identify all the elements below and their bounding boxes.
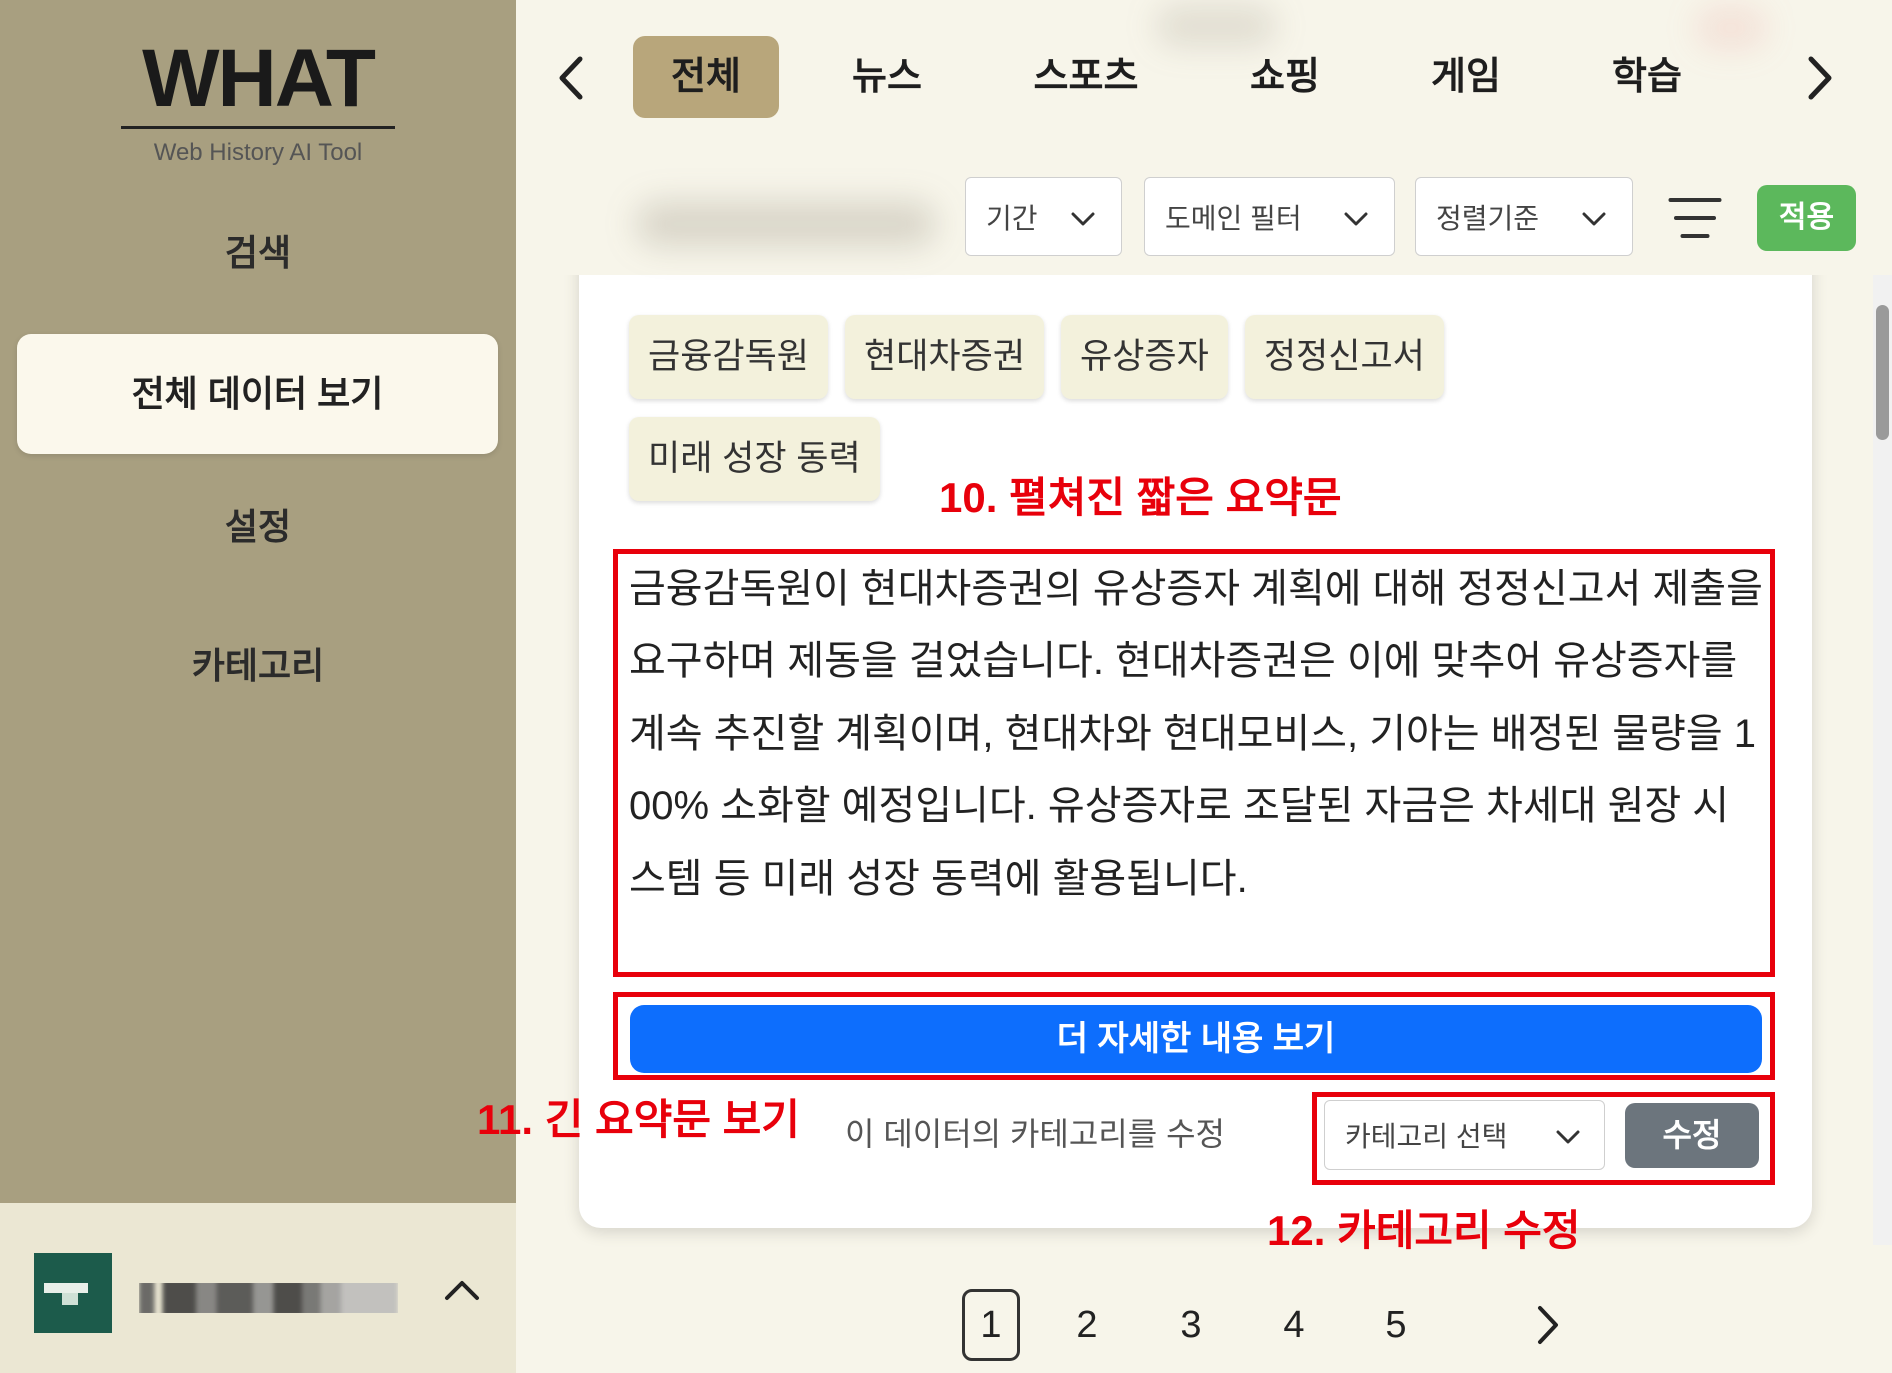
logo-underline (121, 126, 395, 129)
annotation-label: 10. 펼쳐진 짧은 요약문 (939, 474, 1342, 521)
sidebar-item-label: 전체 데이터 보기 (131, 373, 384, 414)
blurred-background (636, 202, 936, 246)
dropdown-label: 도메인 필터 (1165, 202, 1302, 234)
period-dropdown[interactable]: 기간 (965, 177, 1122, 256)
tab-all[interactable]: 전체 (633, 36, 779, 118)
tab-shopping[interactable]: 쇼핑 (1215, 36, 1355, 118)
domain-filter-dropdown[interactable]: 도메인 필터 (1144, 177, 1395, 256)
page-button-current[interactable]: 1 (962, 1289, 1020, 1361)
page-button[interactable]: 4 (1265, 1289, 1323, 1361)
chevron-right-icon[interactable] (1536, 1305, 1560, 1345)
category-select[interactable]: 카테고리 선택 (1324, 1100, 1605, 1170)
sidebar-item-all-data[interactable]: 전체 데이터 보기 (17, 334, 498, 454)
sidebar-item-category[interactable]: 카테고리 (0, 636, 516, 696)
apply-button[interactable]: 적용 (1757, 185, 1856, 251)
chevron-down-icon (1556, 1119, 1580, 1151)
keyword-tag[interactable]: 유상증자 (1061, 315, 1228, 399)
chevron-down-icon (1344, 201, 1368, 233)
user-avatar-icon[interactable] (34, 1253, 112, 1333)
category-edit-prompt: 이 데이터의 카테고리를 수정 (845, 1116, 1225, 1152)
page-button[interactable]: 3 (1162, 1289, 1220, 1361)
sidebar-item-settings[interactable]: 설정 (0, 497, 516, 557)
keyword-tag[interactable]: 정정신고서 (1244, 315, 1444, 399)
sidebar-item-label: 카테고리 (191, 645, 325, 686)
category-edit-button[interactable]: 수정 (1625, 1103, 1759, 1168)
tab-learning[interactable]: 학습 (1577, 36, 1717, 118)
view-details-button[interactable]: 더 자세한 내용 보기 (630, 1005, 1762, 1073)
dropdown-label: 기간 (986, 202, 1038, 234)
sort-dropdown[interactable]: 정렬기준 (1415, 177, 1633, 256)
tab-news[interactable]: 뉴스 (817, 36, 957, 118)
keyword-tag[interactable]: 미래 성장 동력 (629, 417, 880, 501)
user-panel[interactable] (0, 1203, 516, 1373)
dropdown-label: 정렬기준 (1436, 202, 1540, 234)
sidebar-item-label: 검색 (224, 232, 292, 273)
keyword-tag[interactable]: 현대차증권 (845, 315, 1045, 399)
tab-game[interactable]: 게임 (1396, 36, 1536, 118)
avatar-mark (62, 1293, 78, 1305)
app-logo[interactable]: WHAT (0, 38, 516, 120)
username-redacted (139, 1279, 398, 1317)
page-button[interactable]: 2 (1058, 1289, 1116, 1361)
annotation-label: 12. 카테고리 수정 (1267, 1207, 1581, 1254)
chevron-right-icon[interactable] (1805, 55, 1835, 101)
chevron-down-icon (1582, 201, 1606, 233)
avatar-mark (44, 1283, 88, 1293)
keyword-tag[interactable]: 금융감독원 (629, 315, 829, 399)
app-tagline: Web History AI Tool (153, 139, 363, 166)
sidebar-item-label: 설정 (224, 506, 292, 547)
short-summary: 금융감독원이 현대차증권의 유상증자 계획에 대해 정정신고서 제출을 요구하며… (629, 567, 1763, 901)
top-header: 전체 뉴스 스포츠 쇼핑 게임 학습 기간 도메인 필터 정렬기준 적용 (516, 0, 1892, 275)
chevron-down-icon (1071, 201, 1095, 233)
filter-lines-icon[interactable] (1668, 196, 1722, 240)
tab-sports[interactable]: 스포츠 (1016, 36, 1156, 118)
scrollbar-thumb[interactable] (1876, 305, 1889, 440)
page-button[interactable]: 5 (1367, 1289, 1425, 1361)
dropdown-label: 카테고리 선택 (1345, 1121, 1508, 1152)
annotation-label: 11. 긴 요약문 보기 (477, 1096, 800, 1143)
sidebar-item-search[interactable]: 검색 (0, 223, 516, 283)
sidebar: WHAT Web History AI Tool 검색 전체 데이터 보기 설정… (0, 0, 516, 1373)
chevron-left-icon[interactable] (556, 55, 586, 101)
chevron-up-icon[interactable] (444, 1279, 480, 1301)
